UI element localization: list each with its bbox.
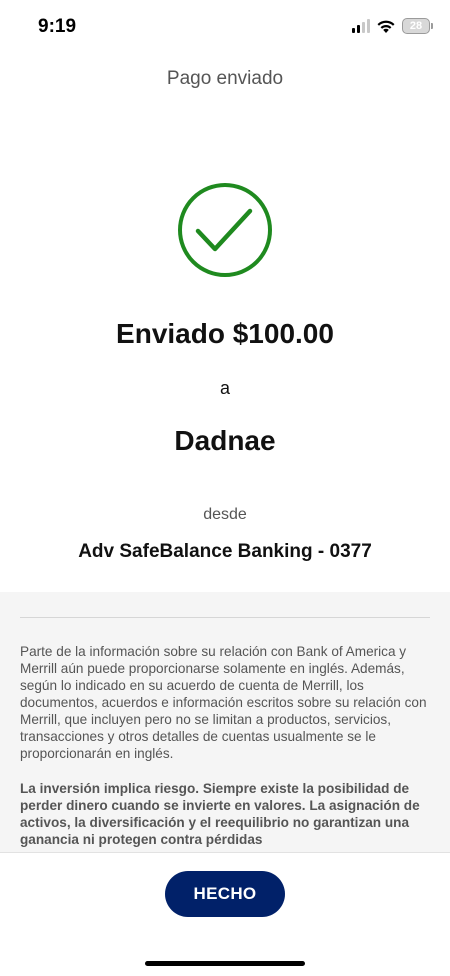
battery-icon: 28 (402, 18, 433, 34)
done-button[interactable]: HECHO (165, 871, 285, 917)
check-circle-icon (177, 182, 273, 278)
status-icons: 28 (352, 18, 433, 34)
language-disclosure: Parte de la información sobre su relació… (20, 644, 427, 761)
status-time: 9:19 (38, 16, 77, 37)
cellular-signal-icon (352, 19, 370, 33)
from-account: Adv SafeBalance Banking - 0377 (78, 541, 372, 562)
sent-amount: Enviado $100.00 (116, 318, 334, 349)
home-indicator[interactable] (145, 961, 305, 966)
disclosure-area[interactable]: Parte de la información sobre su relació… (0, 592, 450, 852)
footer: HECHO (0, 852, 450, 976)
status-bar: 9:19 28 (0, 0, 450, 56)
recipient-name: Dadnae (174, 425, 276, 456)
to-label: a (219, 378, 230, 398)
divider (20, 617, 430, 618)
wifi-icon (377, 20, 395, 33)
page-title: Pago enviado (166, 68, 284, 89)
risk-disclosure: La inversión implica riesgo. Siempre exi… (20, 781, 420, 847)
from-label: desde (203, 506, 247, 523)
battery-level: 28 (409, 20, 423, 32)
